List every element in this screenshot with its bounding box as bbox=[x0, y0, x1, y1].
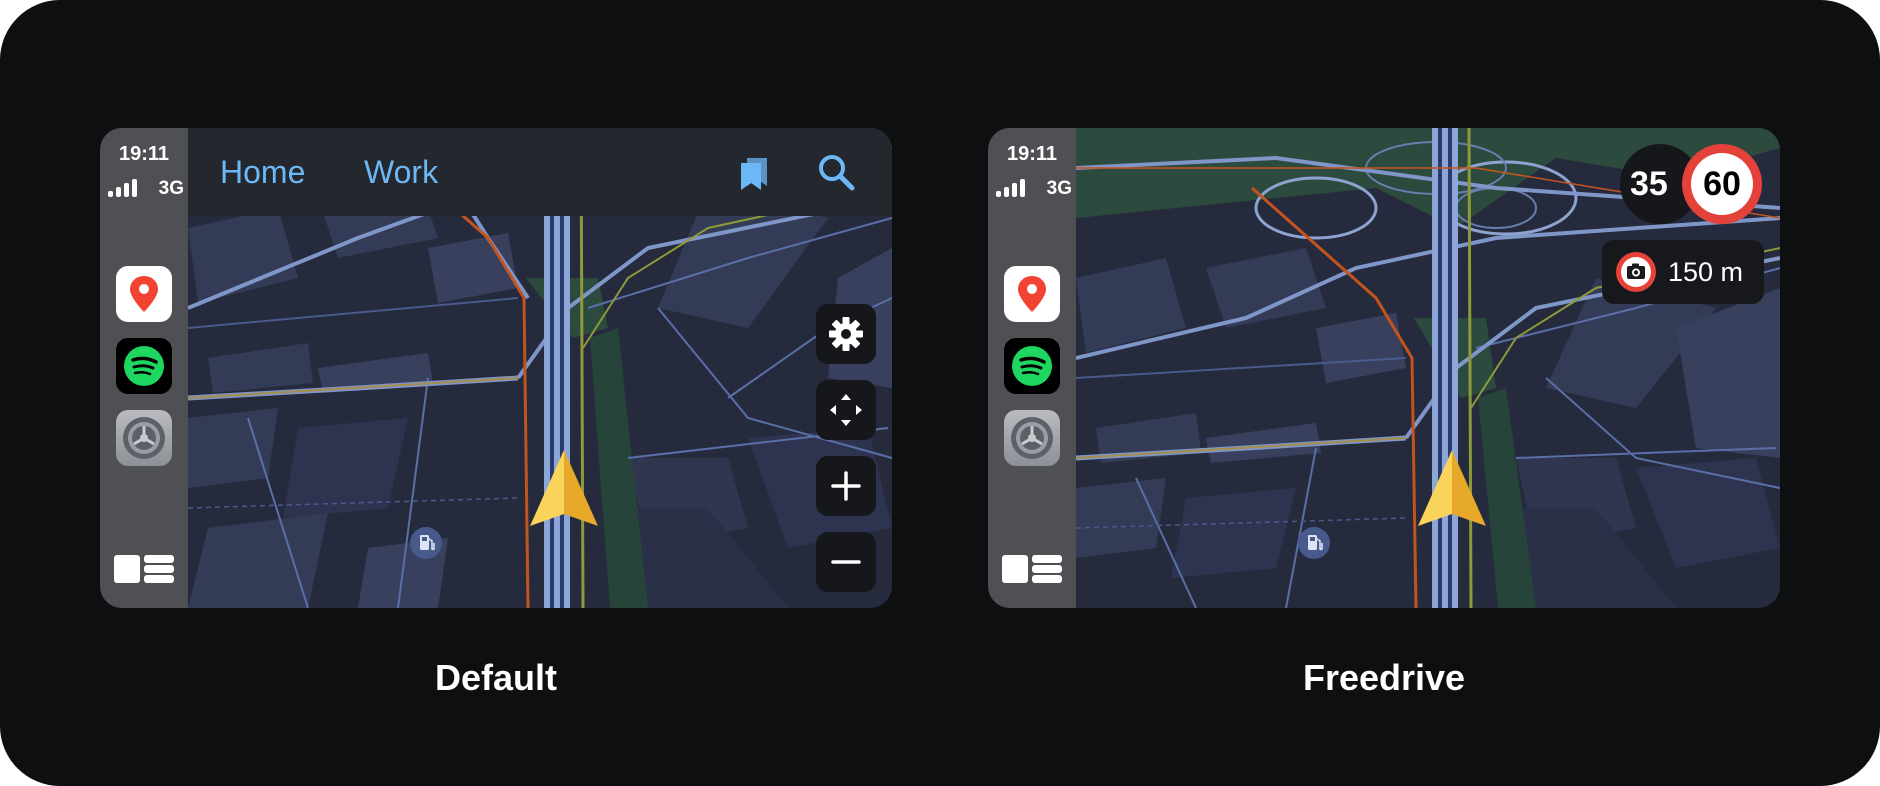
pan-button[interactable] bbox=[816, 380, 876, 440]
pan-arrows-icon bbox=[830, 394, 862, 426]
signal-strength-icon bbox=[108, 179, 144, 197]
home-shortcut[interactable]: Home bbox=[220, 154, 305, 190]
spotify-app-icon[interactable] bbox=[1004, 338, 1060, 394]
dashboard-view-icon[interactable] bbox=[1002, 553, 1062, 585]
maps-app-icon[interactable] bbox=[1004, 266, 1060, 322]
camera-distance: 150 m bbox=[1668, 257, 1744, 287]
speed-camera-alert: 150 m bbox=[1602, 240, 1764, 304]
settings-button[interactable] bbox=[816, 304, 876, 364]
speed-camera-icon bbox=[1615, 251, 1657, 293]
signal-strength-icon bbox=[996, 179, 1032, 197]
signal-status: 3G bbox=[108, 179, 184, 199]
maps-app-icon[interactable] bbox=[116, 266, 172, 322]
network-type: 3G bbox=[1046, 178, 1072, 199]
settings-app-icon[interactable] bbox=[1004, 410, 1060, 466]
network-type: 3G bbox=[158, 178, 184, 199]
status-time: 19:11 bbox=[1006, 143, 1058, 165]
zoom-in-button[interactable] bbox=[816, 456, 876, 516]
carplay-dock: 19:11 3G bbox=[100, 128, 188, 608]
gear-icon bbox=[829, 317, 863, 351]
status-time: 19:11 bbox=[118, 143, 170, 165]
fuel-station-icon[interactable] bbox=[1298, 527, 1330, 559]
minus-icon bbox=[831, 560, 861, 564]
bookmarks-icon[interactable] bbox=[733, 150, 777, 194]
settings-app-icon[interactable] bbox=[116, 410, 172, 466]
carplay-dock: 19:11 3G bbox=[988, 128, 1076, 608]
spotify-app-icon[interactable] bbox=[116, 338, 172, 394]
speed-limit-sign: 60 bbox=[1682, 144, 1762, 224]
dashboard-view-icon[interactable] bbox=[114, 553, 174, 585]
search-icon[interactable] bbox=[814, 150, 858, 194]
caption-default: Default bbox=[434, 657, 557, 698]
navigation-arrow-icon bbox=[526, 446, 602, 536]
fuel-station-icon[interactable] bbox=[410, 527, 442, 559]
showcase-frame: Home Work 19:11 3G 35 60 150 m 19:11 3G … bbox=[0, 0, 1880, 786]
carplay-screen-freedrive: 35 60 150 m 19:11 3G bbox=[988, 128, 1780, 608]
work-shortcut[interactable]: Work bbox=[364, 154, 438, 190]
plus-icon bbox=[831, 471, 861, 501]
signal-status: 3G bbox=[996, 179, 1072, 199]
zoom-out-button[interactable] bbox=[816, 532, 876, 592]
navigation-arrow-icon bbox=[1414, 446, 1490, 536]
caption-freedrive: Freedrive bbox=[1302, 657, 1466, 698]
speed-limit-value: 60 bbox=[1691, 153, 1753, 215]
top-bar: Home Work bbox=[188, 128, 892, 216]
speed-indicator: 35 60 bbox=[1620, 144, 1762, 224]
carplay-screen-default: Home Work 19:11 3G bbox=[100, 128, 892, 608]
